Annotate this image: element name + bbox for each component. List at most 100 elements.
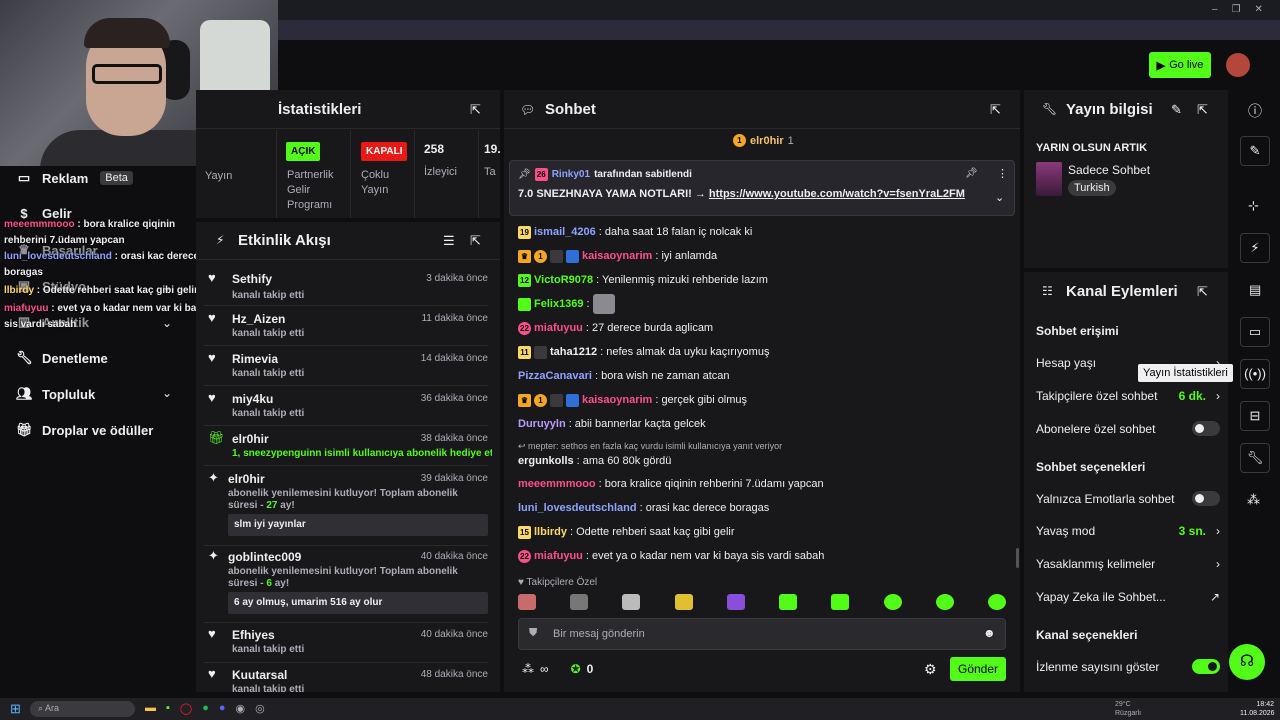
chat-footer-left: ⁂ ∞ ✪ 0 [522,662,593,676]
sidebar-item-reklam[interactable]: ▭ Reklam Beta [16,170,133,186]
chat-message[interactable]: ♛ 1 kaisaoynarim: gerçek gibi olmuş [518,392,747,408]
crosshair-icon[interactable]: ⊹ [1248,198,1259,214]
chat-message[interactable]: Duruyyln: abii bannerlar kaçta gelcek [518,416,706,432]
emote[interactable] [831,594,850,610]
windows-start-icon[interactable]: ⊞ [10,701,21,717]
taskbar-apps: ▬ ▪ ◯ ● ● ◉ ◎ [145,702,265,715]
weather[interactable]: 29°C Rüzgarlı [1115,700,1141,718]
send-button[interactable]: Gönder [950,657,1006,681]
chat-message[interactable]: 22 miafuyuu: evet ya o kadar nem var ki b… [518,548,824,564]
viewers-count: 258 [424,142,445,156]
emote[interactable] [987,594,1006,610]
sidebar-item-droplar[interactable]: 🎁︎ Droplar ve ödüller [16,422,153,438]
chat-message[interactable]: Felix1369: [518,294,615,314]
edit-stream-button[interactable]: ✎ [1240,136,1270,166]
obs-icon[interactable]: ◎ [255,702,265,715]
steam-icon[interactable]: ◉ [236,702,246,715]
emote[interactable] [570,594,589,610]
category-thumbnail[interactable] [1036,162,1062,196]
chat-input[interactable]: ⛊ Bir mesaj gönderin ☻ [518,618,1006,650]
stream-stats-button[interactable]: ((•)) [1240,359,1270,389]
popout-icon[interactable]: ⇱ [1197,102,1208,118]
points-icon[interactable]: ⁂ [522,662,534,676]
chat-message[interactable]: PizzaCanavari: bora wish ne zaman atcan [518,368,730,384]
edit-icon[interactable]: ✎ [1171,102,1182,118]
emote-only-row[interactable]: Yalnızca Emotlarla sohbet [1036,491,1220,506]
spotify-icon[interactable]: ● [202,702,209,715]
chat-message[interactable]: 22 miafuyuu: 27 derece burda aglicam [518,320,713,336]
sidebar-item-denetleme[interactable]: 🔧︎ Denetleme [16,350,108,366]
opera-icon[interactable]: ◯ [180,702,192,715]
chat-message[interactable]: luni_lovesdeutschland: orasi kac derece … [518,500,769,516]
reply-icon: ↩ [518,441,529,451]
gear-icon[interactable]: ⚙ [924,661,937,678]
activity-title: Etkinlik Akışı [238,232,331,249]
activity-button[interactable]: ⚡︎ [1240,233,1270,263]
stats-yayin-label: Yayın [205,170,233,182]
emote[interactable] [674,594,693,610]
moderation-button[interactable]: ⊟ [1240,401,1270,431]
chat-message[interactable]: 19 ismail_4206: daha saat 18 falan iç nol… [518,224,752,240]
followers-chat-row[interactable]: Takipçilere özel sohbet 6 dk. › [1036,389,1220,403]
maximize-icon[interactable]: ❐ [1232,4,1241,15]
subs-chat-row[interactable]: Abonelere özel sohbet [1036,421,1220,436]
sidebar-item-topluluk[interactable]: 👥︎ Topluluk [16,386,95,402]
file-explorer-icon[interactable]: ▬ [145,702,156,715]
chat-scrollbar[interactable] [1016,548,1019,568]
emote[interactable] [622,594,641,610]
taskbar-search[interactable]: ⌕ Ara [30,701,135,717]
popout-icon[interactable]: ⇱ [470,233,481,249]
subs-chat-toggle[interactable] [1192,421,1220,436]
info-icon[interactable]: ⓘ [1248,101,1262,121]
category-name[interactable]: Sadece Sohbet [1068,163,1150,177]
chat-message[interactable]: ♛ 1 kaisaoynarim: iyi anlamda [518,248,717,264]
avatar[interactable] [1226,53,1250,77]
help-button[interactable]: ☊ [1229,644,1265,680]
discord-icon[interactable]: ● [219,702,226,715]
tools-button[interactable]: 🔧︎ [1240,443,1270,473]
close-icon[interactable]: ✕ [1255,4,1263,15]
ai-chat-row[interactable]: Yapay Zeka ile Sohbet... ↗ [1036,590,1220,604]
show-views-toggle[interactable] [1192,659,1220,674]
popout-icon[interactable]: ⇱ [990,102,1001,118]
emote[interactable] [935,594,954,610]
banned-words-row[interactable]: Yasaklanmış kelimeler › [1036,557,1220,571]
community-icon[interactable]: ⁂ [1247,492,1260,508]
chat-message[interactable]: 12 VictoR9078: Yenilenmiş mizuki rehberid… [518,272,768,288]
pinned-link[interactable]: https://www.youtube.com/watch?v=fsenYraL… [709,188,965,200]
kick-icon[interactable]: ▪ [166,702,170,715]
kick-points-icon[interactable]: ✪ [571,662,581,676]
window-controls[interactable]: – ❐ ✕ [1212,4,1263,15]
filter-icon[interactable]: ☰ [443,233,455,249]
chat-message[interactable]: meeemmmooo: bora kralice qiqinin rehberi… [518,476,824,492]
chevron-down-icon[interactable]: ⌄ [995,191,1004,204]
show-views-row[interactable]: İzlenme sayısını göster [1036,659,1220,674]
crown-icon: ♛ [518,393,531,407]
emote-only-toggle[interactable] [1192,491,1220,506]
wrench-icon: 🔧︎ [16,350,33,365]
shield-icon: ⛊ [529,627,538,639]
overlay-chat-line: meeemmmooo : bora kralice qiqinin rehber… [4,219,176,246]
crown-icon: ♛ [518,249,531,263]
emote[interactable] [779,594,798,610]
chevron-down-icon[interactable]: ⌄ [162,386,172,400]
chat-message[interactable]: 11 taha1212: nefes almak da uyku kaçırıyo… [518,344,769,360]
more-icon[interactable]: ⋮ [997,167,1008,180]
notes-icon[interactable]: ▤ [1249,282,1261,298]
popout-icon[interactable]: ⇱ [1197,284,1208,300]
emote[interactable] [883,594,902,610]
popout-icon[interactable]: ⇱ [470,102,481,118]
chat-message[interactable]: 15 llbirdy: Odette rehberi saat kaç gibi … [518,524,735,540]
slow-mode-row[interactable]: Yavaş mod 3 sn. › [1036,524,1220,538]
emoji-icon[interactable]: ☻ [983,626,996,640]
chat-message[interactable]: ergunkolls: ama 60 80k gördü [518,453,671,469]
heart-icon: ♥ [208,350,216,365]
clock[interactable]: 18:42 11.08.2026 [1240,700,1275,718]
minimize-icon[interactable]: – [1212,4,1218,15]
pinned-message[interactable]: 📌︎ 26 Rinky01 tarafından sabitlendi 7.0 SNE… [509,160,1015,216]
go-live-button[interactable]: ▶ Go live [1149,52,1211,78]
emote[interactable] [518,594,536,610]
chat-button[interactable]: ▭ [1240,317,1270,347]
unpin-icon[interactable]: 📌︎ [965,168,978,179]
emote[interactable] [726,594,745,610]
